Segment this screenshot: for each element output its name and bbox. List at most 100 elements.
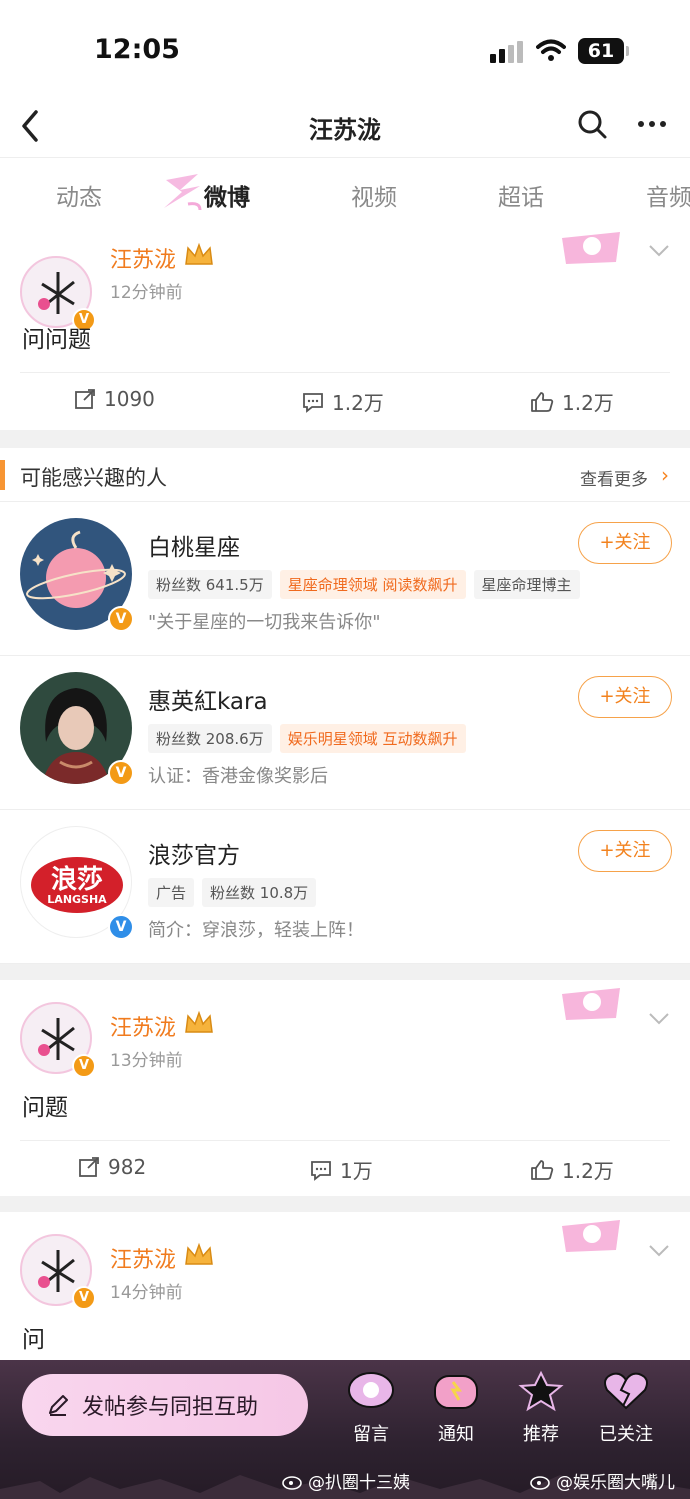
profile-tabs: 动态 微博 视频 超话 音频 (0, 158, 690, 228)
follow-button[interactable]: +关注 (578, 676, 672, 718)
nav-recommend-label: 推荐 (523, 1424, 559, 1445)
crown-icon (185, 1242, 213, 1265)
nav-notify-label: 通知 (438, 1424, 474, 1445)
avatar[interactable]: V (20, 1002, 96, 1078)
ad-chip: 广告 (148, 878, 195, 907)
tab-dynamic[interactable]: 动态 (56, 178, 102, 212)
post-button[interactable]: 发帖参与同担互助 (22, 1374, 308, 1436)
recommend-icon (518, 1370, 564, 1412)
decor-sticker-icon (558, 228, 624, 268)
divider (0, 964, 690, 980)
comment-icon (311, 1160, 331, 1181)
tab-audio[interactable]: 音频 (646, 178, 690, 212)
recommend-user[interactable]: 浪莎 LANGSHA V 浪莎官方 广告 粉丝数 10.8万 简介：穿浪莎，轻装… (0, 810, 690, 964)
like-icon (531, 1159, 554, 1180)
crown-icon (185, 1010, 213, 1033)
post-time: 14分钟前 (110, 1283, 183, 1303)
post-actions: 1090 1.2万 1.2万 (20, 372, 670, 428)
broken-heart-icon (604, 1372, 648, 1410)
verified-badge-icon: V (108, 914, 134, 940)
watermark-text: @扒圈十三姨 (308, 1473, 410, 1493)
comment-count: 1万 (340, 1159, 373, 1183)
nav-following-label: 已关注 (599, 1424, 653, 1445)
divider (0, 430, 690, 448)
follow-button[interactable]: +关注 (578, 522, 672, 564)
post-text: 问 (22, 1327, 45, 1353)
nav-comments-label: 留言 (353, 1424, 389, 1445)
accent-bar (0, 460, 5, 490)
decor-sticker-icon (558, 984, 624, 1024)
nav-following[interactable]: 已关注 (588, 1370, 664, 1446)
post-button-label: 发帖参与同担互助 (82, 1395, 259, 1420)
chevron-down-icon[interactable] (648, 1012, 670, 1026)
trend-chip: 星座命理领域 阅读数飙升 (279, 570, 466, 599)
repost-button[interactable]: 982 (78, 1155, 146, 1179)
comment-button[interactable]: 1万 (310, 1155, 373, 1184)
repost-count: 982 (108, 1155, 147, 1179)
like-icon (531, 391, 554, 412)
post-actions: 982 1万 1.2万 (20, 1140, 670, 1196)
watermark: @娱乐圈大嘴儿 (530, 1468, 675, 1493)
logo-subtext: LANGSHA (47, 893, 107, 906)
divider (0, 1196, 690, 1212)
nav-recommend[interactable]: 推荐 (503, 1370, 579, 1446)
recommend-desc: 认证：香港金像奖影后 (148, 766, 328, 787)
chevron-right-icon[interactable]: › (661, 463, 669, 487)
notify-icon (434, 1375, 478, 1409)
post-author[interactable]: 汪苏泷 (110, 1242, 176, 1274)
fans-chip: 粉丝数 10.8万 (202, 878, 317, 907)
recommend-name[interactable]: 浪莎官方 (148, 836, 240, 870)
post-author[interactable]: 汪苏泷 (110, 242, 176, 274)
verified-badge-icon: V (108, 606, 134, 632)
tab-supertopic[interactable]: 超话 (498, 178, 544, 212)
tab-video[interactable]: 视频 (351, 178, 397, 212)
recommend-user[interactable]: V 白桃星座 粉丝数 641.5万 星座命理领域 阅读数飙升 星座命理博主 "关… (0, 502, 690, 656)
status-bar: 12:05 61 (0, 0, 690, 96)
post-text: 问题 (22, 1095, 68, 1121)
nav-notify[interactable]: 通知 (418, 1370, 494, 1446)
recommend-tags: 广告 粉丝数 10.8万 (148, 878, 317, 907)
follow-button[interactable]: +关注 (578, 830, 672, 872)
logo-text: 浪莎 (50, 865, 103, 895)
avatar[interactable]: V (20, 1234, 96, 1310)
recommend-name[interactable]: 惠英紅kara (148, 682, 268, 716)
tab-weibo[interactable]: 微博 (204, 178, 250, 212)
recommend-name[interactable]: 白桃星座 (148, 528, 240, 562)
recommend-desc: 简介：穿浪莎，轻装上阵！ (148, 920, 364, 941)
chevron-down-icon[interactable] (648, 1244, 670, 1258)
post-time: 12分钟前 (110, 283, 183, 303)
post-time: 13分钟前 (110, 1051, 183, 1071)
like-count: 1.2万 (562, 1159, 614, 1183)
pen-icon (49, 1395, 68, 1416)
repost-button[interactable]: 1090 (74, 387, 155, 411)
weibo-logo-icon (530, 1475, 550, 1490)
post-card[interactable]: V 汪苏泷 13分钟前 问题 982 1万 1.2万 (0, 980, 690, 1196)
like-button[interactable]: 1.2万 (530, 387, 614, 416)
recommend-tags: 粉丝数 208.6万 娱乐明星领域 互动数飙升 (148, 724, 466, 753)
nav-bar: 汪苏泷 (0, 96, 690, 158)
like-count: 1.2万 (562, 391, 614, 415)
post-card[interactable]: V 汪苏泷 14分钟前 问 (0, 1212, 690, 1360)
nav-comments[interactable]: 留言 (333, 1370, 409, 1446)
avatar[interactable]: V (20, 256, 96, 332)
search-icon[interactable] (576, 108, 608, 140)
fans-chip: 粉丝数 641.5万 (148, 570, 272, 599)
crown-icon (185, 242, 213, 265)
category-chip: 星座命理博主 (473, 570, 580, 599)
post-author[interactable]: 汪苏泷 (110, 1010, 176, 1042)
like-button[interactable]: 1.2万 (530, 1155, 614, 1184)
watermark-text: @娱乐圈大嘴儿 (556, 1473, 675, 1493)
recommend-user[interactable]: V 惠英紅kara 粉丝数 208.6万 娱乐明星领域 互动数飙升 认证：香港金… (0, 656, 690, 810)
comment-count: 1.2万 (332, 391, 384, 415)
wifi-icon (536, 39, 566, 61)
chevron-down-icon[interactable] (648, 244, 670, 258)
verified-badge-icon: V (108, 760, 134, 786)
more-icon[interactable] (636, 108, 668, 140)
see-more-link[interactable]: 查看更多 (580, 465, 648, 490)
watermark: @扒圈十三姨 (282, 1468, 410, 1493)
post-card[interactable]: V 汪苏泷 12分钟前 问问题 1090 1.2万 1.2万 (0, 228, 690, 430)
comment-button[interactable]: 1.2万 (302, 387, 384, 416)
repost-icon (79, 1157, 99, 1177)
signal-icon (490, 41, 524, 63)
verified-badge-icon: V (72, 1286, 96, 1310)
